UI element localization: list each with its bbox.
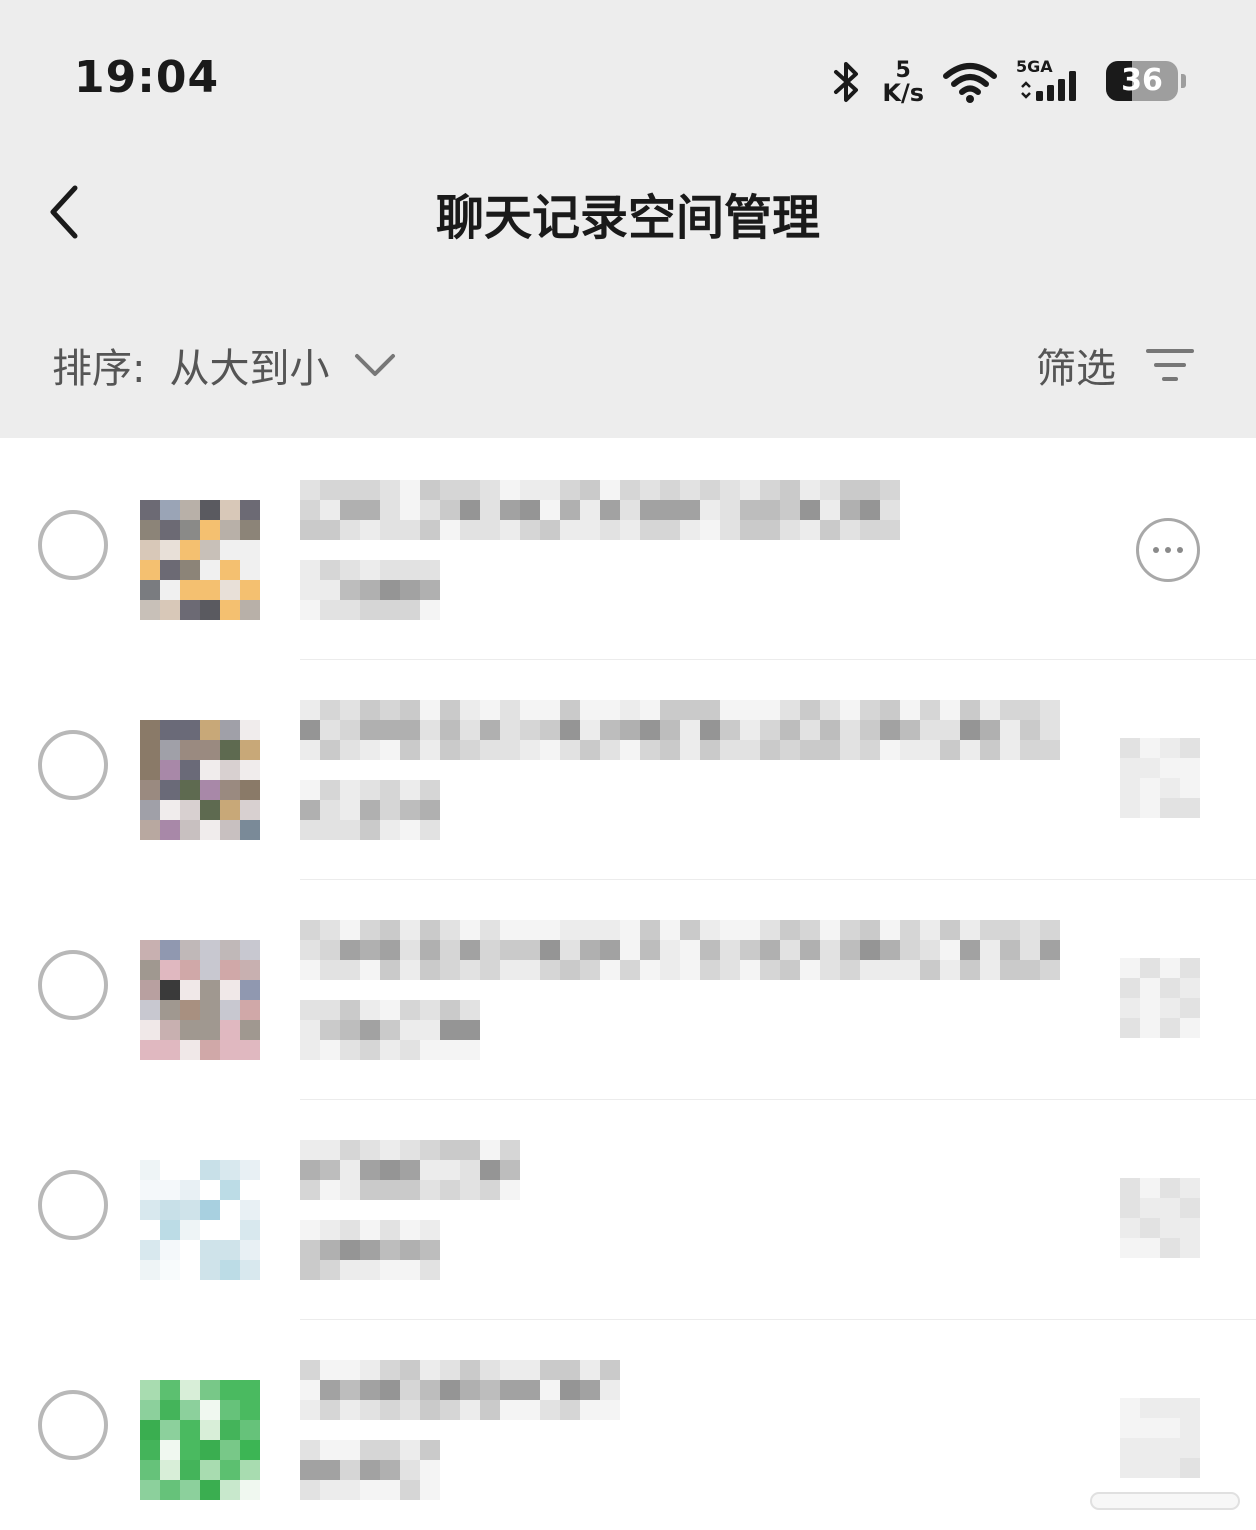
battery-icon: 36 <box>1106 61 1186 103</box>
group-avatar <box>140 500 260 620</box>
wifi-icon <box>943 63 997 103</box>
select-radio[interactable] <box>38 730 108 800</box>
chat-name-redacted <box>300 1360 620 1420</box>
page-title: 聊天记录空间管理 <box>435 190 820 246</box>
chat-size-redacted <box>300 1000 480 1060</box>
group-avatar <box>140 720 260 840</box>
header-area: 19:04 5 K/s 5GA 36 聊天记录空间管理 排序: 从大到小 筛选 <box>0 0 1256 438</box>
net-speed: 5 K/s <box>882 60 924 107</box>
chat-size-redacted <box>300 1220 440 1280</box>
list-item[interactable] <box>0 1320 1256 1530</box>
bluetooth-icon <box>834 62 859 102</box>
chat-list <box>0 440 1256 1530</box>
sort-label: 排序: <box>52 346 146 392</box>
chat-name-redacted <box>300 700 1060 760</box>
chat-storage-page: 19:04 5 K/s 5GA 36 聊天记录空间管理 排序: 从大到小 筛选 <box>0 0 1256 1530</box>
more-button[interactable] <box>1120 738 1200 818</box>
sort-value: 从大到小 <box>169 346 330 392</box>
signal-indicator: 5GA <box>1016 57 1088 107</box>
select-radio[interactable] <box>38 510 108 580</box>
more-button[interactable] <box>1120 1398 1200 1478</box>
group-avatar <box>140 940 260 1060</box>
list-item[interactable] <box>0 1100 1256 1320</box>
chat-name-redacted <box>300 1140 520 1200</box>
file-transfer-avatar <box>140 1380 260 1500</box>
select-radio[interactable] <box>38 1170 108 1240</box>
list-item[interactable] <box>0 880 1256 1100</box>
more-button[interactable] <box>1136 518 1200 582</box>
status-time: 19:04 <box>74 52 220 103</box>
filter-icon <box>1146 349 1194 381</box>
chevron-down-icon <box>355 354 396 376</box>
sort-dropdown[interactable]: 排序: 从大到小 <box>52 336 397 394</box>
list-item[interactable] <box>0 660 1256 880</box>
select-radio[interactable] <box>38 950 108 1020</box>
more-button[interactable] <box>1120 1178 1200 1258</box>
list-item[interactable] <box>0 440 1256 660</box>
filter-button[interactable]: 筛选 <box>1036 336 1194 394</box>
chat-name-redacted <box>300 920 1060 980</box>
filter-label: 筛选 <box>1036 346 1116 392</box>
select-radio[interactable] <box>38 1390 108 1460</box>
more-button[interactable] <box>1120 958 1200 1038</box>
battery-level: 36 <box>1121 63 1163 98</box>
status-icons: 5 K/s 5GA 36 <box>830 54 1186 110</box>
net-speed-unit: K/s <box>882 79 924 107</box>
home-indicator <box>1090 1492 1240 1510</box>
chat-size-redacted <box>300 1440 440 1500</box>
contact-avatar <box>140 1160 260 1280</box>
signal-icon <box>1021 71 1076 101</box>
chat-size-redacted <box>300 780 440 840</box>
chat-size-redacted <box>300 560 440 620</box>
chat-name-redacted <box>300 480 900 540</box>
more-icon <box>1153 547 1159 553</box>
